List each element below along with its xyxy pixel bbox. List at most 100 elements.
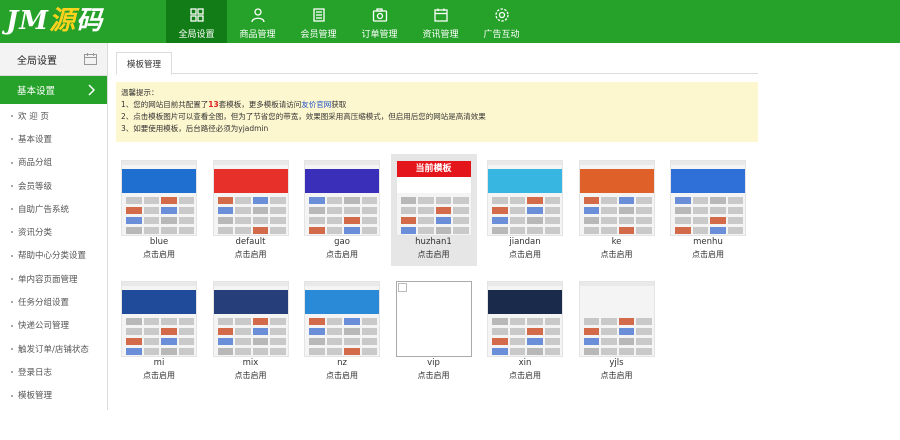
enable-template-link[interactable]: 点击启用 [574,370,660,381]
thumb-header [305,282,379,286]
sidebar-item[interactable]: 基本设置 [0,127,107,150]
thumb-row [492,318,560,325]
template-thumbnail[interactable] [578,160,655,236]
template-card[interactable]: blue 点击启用 [116,154,202,266]
enable-template-link[interactable]: 点击启用 [208,370,294,381]
template-thumbnail[interactable] [212,160,289,236]
template-card[interactable]: yjls 点击启用 [574,275,660,387]
nav-item-4[interactable]: 资讯管理 [410,0,471,43]
template-card[interactable]: ke 点击启用 [574,154,660,266]
nav-item-5[interactable]: 广告互动 [471,0,532,43]
gear-icon [494,8,509,22]
thumb-banner [305,290,379,314]
enable-template-link[interactable]: 点击启用 [299,249,385,260]
template-thumbnail[interactable] [212,281,289,357]
main-content: 模板管理 温馨提示： 1、您的网站目前共配置了13套模板，更多模板请访问友价官网… [116,52,900,380]
enable-template-link[interactable]: 点击启用 [482,249,568,260]
nav-label: 会员管理 [300,30,337,40]
sidebar-item[interactable]: 登录日志 [0,360,107,383]
thumb-row [583,227,652,234]
nav-item-0[interactable]: 全局设置 [166,0,227,43]
thumb-row [217,207,286,214]
template-thumbnail[interactable] [304,281,380,357]
official-site-link[interactable]: 友价官网 [301,100,331,109]
sidebar-item[interactable]: 触发订单/店铺状态 [0,337,107,360]
thumb-banner [579,169,654,193]
template-thumbnail[interactable] [121,160,197,236]
template-card[interactable]: jiandan 点击启用 [482,154,568,266]
thumb-row [492,197,560,204]
template-card[interactable]: gao 点击启用 [299,154,385,266]
thumb-header [579,161,654,165]
sidebar-item[interactable]: 任务分组设置 [0,290,107,313]
sidebar-item[interactable]: 资讯分类 [0,220,107,243]
template-card[interactable]: xin 点击启用 [482,275,568,387]
template-name: gao [334,237,350,247]
enable-template-link[interactable]: 点击启用 [208,249,294,260]
template-name: xin [518,358,532,368]
sidebar-item[interactable]: 单内容页面管理 [0,267,107,290]
thumb-row [126,197,194,204]
camera-icon [372,8,387,22]
template-thumbnail[interactable] [487,160,563,236]
template-card[interactable]: menhu 点击启用 [665,154,751,266]
sidebar-item[interactable]: 会员等级 [0,174,107,197]
enable-template-link[interactable]: 点击启用 [574,249,660,260]
template-card[interactable]: vip 点击启用 [391,275,477,387]
template-card[interactable]: 当前模板 huzhan1 点击启用 [390,154,477,266]
thumb-header [488,161,562,165]
thumb-row [583,328,652,335]
enable-template-link[interactable]: 点击启用 [116,370,202,381]
template-name: jiandan [509,237,541,247]
template-card[interactable]: mix 点击启用 [208,275,294,387]
template-thumbnail[interactable] [487,281,563,357]
calendar-icon[interactable] [84,53,97,65]
enable-template-link[interactable]: 点击启用 [391,249,477,260]
sidebar-item[interactable]: 商品分组 [0,151,107,174]
thumb-row [400,227,469,234]
thumb-row [675,197,743,204]
enable-template-link[interactable]: 点击启用 [665,249,751,260]
template-card[interactable]: nz 点击启用 [299,275,385,387]
enable-template-link[interactable]: 点击启用 [482,370,568,381]
thumb-banner [579,290,654,314]
sidebar-item[interactable]: 模板管理 [0,384,107,407]
logo[interactable]: JM源码 [6,4,106,39]
thumb-row [400,217,469,224]
template-card[interactable]: mi 点击启用 [116,275,202,387]
user-icon [250,8,265,23]
template-name: ke [611,237,622,247]
thumb-row [309,328,377,335]
main-nav: 全局设置 商品管理 会员管理 订单管理 资讯管理 广告互动 [166,0,532,43]
thumb-row [675,217,743,224]
thumb-row [217,328,286,335]
nav-label: 全局设置 [178,30,215,40]
thumb-row [126,338,194,345]
sidebar-item[interactable]: 欢 迎 页 [0,104,107,127]
template-thumbnail[interactable] [121,281,197,357]
template-card[interactable]: default 点击启用 [208,154,294,266]
thumb-row [309,227,377,234]
enable-template-link[interactable]: 点击启用 [299,370,385,381]
enable-template-link[interactable]: 点击启用 [391,370,477,381]
nav-item-1[interactable]: 商品管理 [227,0,288,43]
template-thumbnail[interactable] [578,281,655,357]
thumb-row [675,227,743,234]
template-thumbnail[interactable] [670,160,746,236]
sidebar-item[interactable]: 快递公司管理 [0,314,107,337]
enable-template-link[interactable]: 点击启用 [116,249,202,260]
nav-item-2[interactable]: 会员管理 [288,0,349,43]
sidebar-item[interactable]: 自助广告系统 [0,197,107,220]
sidebar-item[interactable]: 帮助中心分类设置 [0,244,107,267]
thumb-row [126,328,194,335]
thumb-row [492,348,560,355]
sidebar-category-basic[interactable]: 基本设置 [0,76,107,104]
template-thumbnail[interactable]: 当前模板 [395,160,472,236]
thumb-header [122,161,196,165]
tab-template-management[interactable]: 模板管理 [116,52,172,75]
template-thumbnail[interactable] [304,160,380,236]
template-thumbnail[interactable] [395,281,472,357]
thumb-row [217,197,286,204]
nav-item-3[interactable]: 订单管理 [349,0,410,43]
thumb-banner [122,290,196,314]
